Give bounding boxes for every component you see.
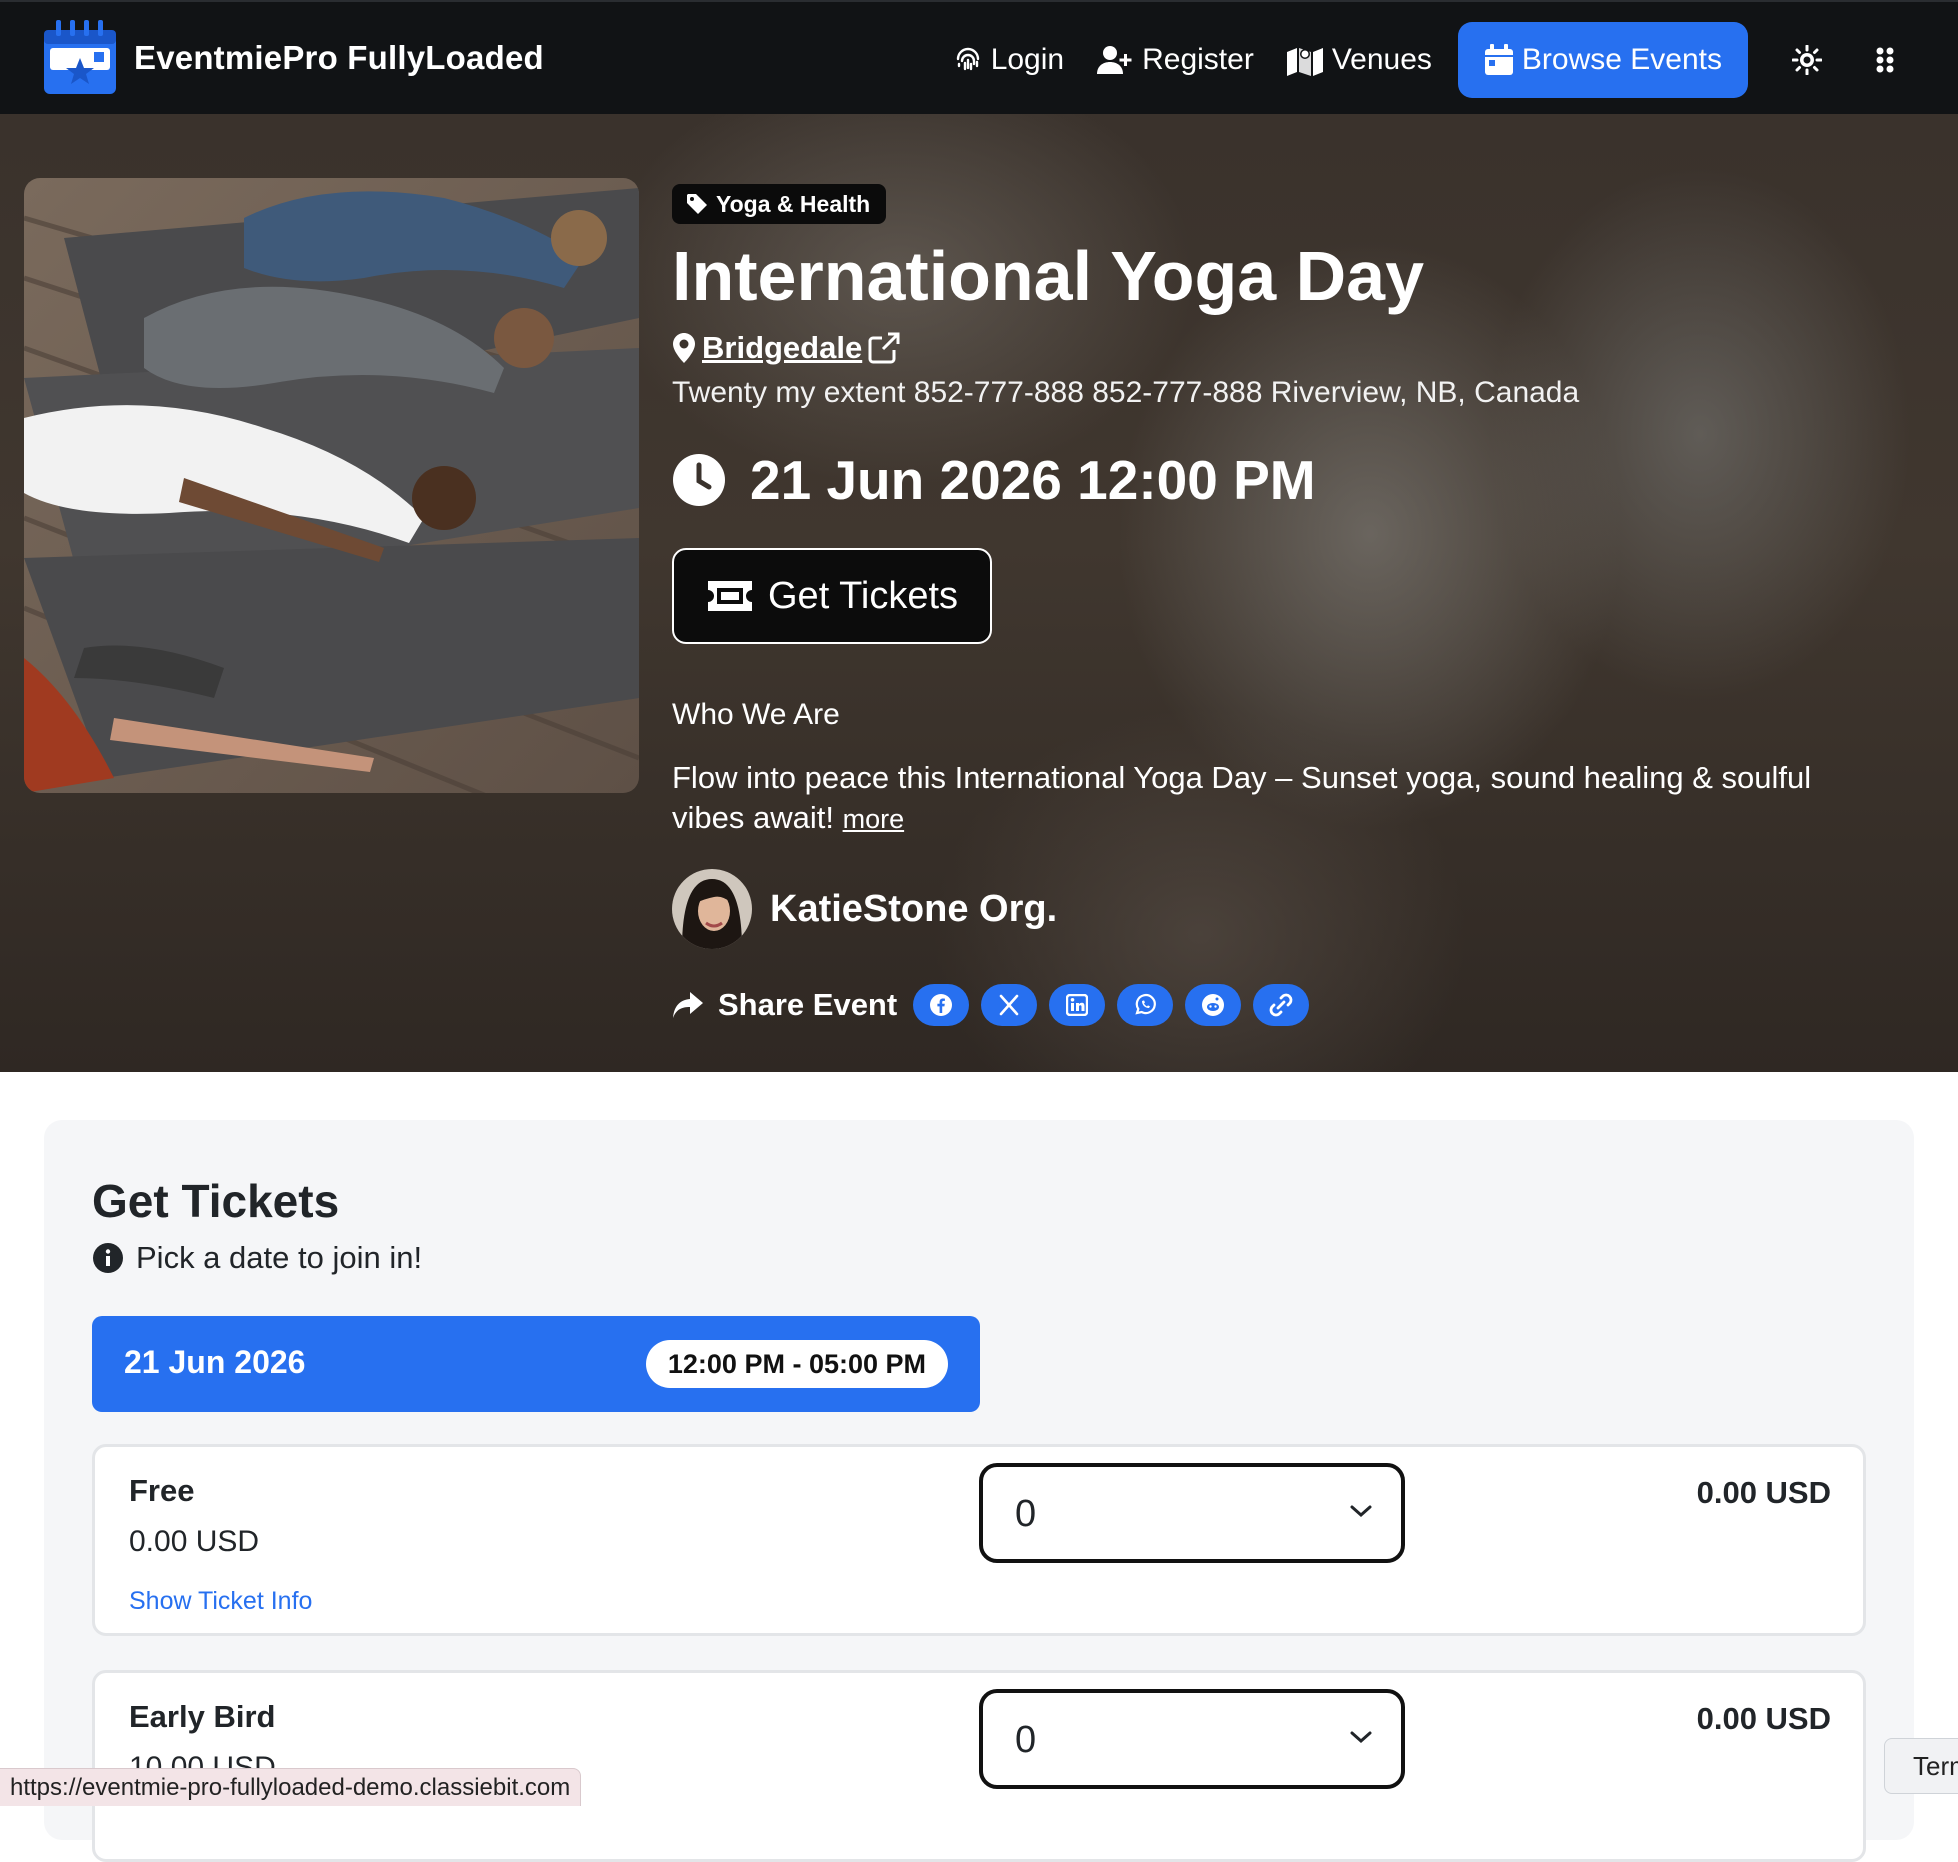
share-event: Share Event — [672, 983, 1912, 1027]
show-ticket-info-link[interactable]: Show Ticket Info — [129, 1587, 312, 1616]
apps-menu[interactable] — [1846, 22, 1924, 98]
ticket-quantity-value: 0 — [1015, 1493, 1037, 1535]
ticket-total: 0.00 USD — [1696, 1701, 1831, 1736]
schedule-time-badge: 12:00 PM - 05:00 PM — [645, 1340, 948, 1388]
terms-tab[interactable]: Terms — [1884, 1738, 1958, 1794]
nav-register[interactable]: Register — [1080, 22, 1270, 98]
event-datetime: 21 Jun 2026 12:00 PM — [672, 448, 1912, 512]
tickets-subtitle: Pick a date to join in! — [92, 1240, 422, 1276]
date-selector-active[interactable]: 21 Jun 2026 12:00 PM - 05:00 PM — [92, 1316, 980, 1412]
venue-line: Bridgedale — [672, 330, 1912, 366]
ticket-icon — [708, 581, 752, 611]
nav-links: Login Register Venues Browse Events — [937, 22, 1958, 98]
tickets-heading: Get Tickets — [92, 1175, 340, 1227]
organizer-name: KatieStone Org. — [770, 887, 1058, 930]
venue-address: Twenty my extent 852-777-888 852-777-888… — [672, 376, 1580, 409]
share-linkedin[interactable] — [1049, 984, 1106, 1026]
user-plus-icon — [1097, 46, 1132, 74]
share-label: Share Event — [672, 987, 897, 1023]
nav-login-label: Login — [990, 43, 1065, 76]
info-icon — [93, 1243, 123, 1273]
clock-icon — [673, 454, 725, 506]
event-datetime-text: 21 Jun 2026 12:00 PM — [750, 449, 1316, 511]
category-label: Yoga & Health — [716, 190, 871, 217]
linkedin-icon — [1066, 994, 1089, 1016]
nav-login[interactable]: Login — [937, 22, 1080, 98]
sun-icon — [1792, 45, 1822, 75]
x-icon — [999, 994, 1019, 1016]
ticket-price: 0.00 USD — [129, 1525, 260, 1558]
tickets-panel: Get Tickets Pick a date to join in! 21 J… — [44, 1120, 1914, 1862]
nav-register-label: Register — [1142, 43, 1254, 76]
event-description: Flow into peace this International Yoga … — [672, 758, 1892, 839]
fingerprint-icon — [956, 47, 979, 71]
get-tickets-button[interactable]: Get Tickets — [672, 548, 993, 644]
facebook-icon — [930, 994, 953, 1016]
external-link-icon[interactable] — [868, 332, 900, 364]
share-x[interactable] — [981, 984, 1038, 1026]
organizer[interactable]: KatieStone Org. — [672, 869, 1912, 949]
grid-dots-icon — [1876, 47, 1894, 73]
category-badge[interactable]: Yoga & Health — [672, 184, 887, 224]
ticket-name: Free — [129, 1473, 195, 1508]
link-icon — [1269, 993, 1293, 1017]
nav-venues[interactable]: Venues — [1270, 22, 1448, 98]
share-whatsapp[interactable] — [1117, 984, 1174, 1026]
brand-link[interactable]: EventmiePro FullyLoaded — [42, 18, 544, 98]
status-bar-url: https://eventmie-pro-fullyloaded-demo.cl… — [0, 1768, 582, 1806]
nav-browse-events-label: Browse Events — [1521, 43, 1722, 76]
tag-icon — [687, 194, 707, 214]
calendar-icon — [1484, 44, 1513, 75]
ticket-total: 0.00 USD — [1696, 1475, 1831, 1510]
share-label-text: Share Event — [718, 987, 898, 1022]
ticket-card-free: Free 0.00 USD Show Ticket Info 0 0.00 US… — [92, 1444, 1866, 1636]
ticket-name: Early Bird — [129, 1699, 276, 1734]
nav-venues-label: Venues — [1331, 43, 1432, 76]
nav-browse-events[interactable]: Browse Events — [1457, 22, 1748, 98]
chevron-down-icon — [1350, 1505, 1372, 1518]
ticket-card-early-bird: Early Bird 10.00 USD 0 0.00 USD — [92, 1670, 1866, 1862]
ticket-quantity-value: 0 — [1015, 1719, 1037, 1761]
who-we-are-heading: Who We Are — [672, 698, 840, 731]
reddit-icon — [1202, 994, 1225, 1016]
schedule-date: 21 Jun 2026 — [124, 1344, 306, 1380]
theme-toggle[interactable] — [1768, 22, 1846, 98]
event-image — [24, 178, 639, 793]
share-reddit[interactable] — [1185, 984, 1242, 1026]
chevron-down-icon — [1350, 1731, 1372, 1744]
share-copy-link[interactable] — [1253, 984, 1310, 1026]
whatsapp-icon — [1135, 993, 1157, 1015]
organizer-avatar — [672, 869, 752, 949]
share-arrow-icon — [673, 992, 703, 1018]
get-tickets-label: Get Tickets — [768, 574, 959, 617]
brand-logo-icon — [42, 18, 118, 98]
brand-name: EventmiePro FullyLoaded — [134, 39, 544, 76]
share-facebook[interactable] — [913, 984, 970, 1026]
map-pin-icon — [673, 333, 695, 363]
event-details: Yoga & Health International Yoga Day Bri… — [672, 184, 1912, 1027]
top-navbar: EventmiePro FullyLoaded Login Register V… — [0, 0, 1958, 114]
read-more-link[interactable]: more — [843, 804, 905, 834]
event-title: International Yoga Day — [672, 237, 1425, 315]
venue-link[interactable]: Bridgedale — [702, 330, 862, 366]
map-icon — [1286, 48, 1323, 76]
ticket-quantity-select[interactable]: 0 — [979, 1463, 1405, 1563]
event-hero: Yoga & Health International Yoga Day Bri… — [0, 114, 1958, 1072]
ticket-quantity-select[interactable]: 0 — [979, 1689, 1405, 1789]
tickets-subtitle-text: Pick a date to join in! — [136, 1240, 423, 1275]
